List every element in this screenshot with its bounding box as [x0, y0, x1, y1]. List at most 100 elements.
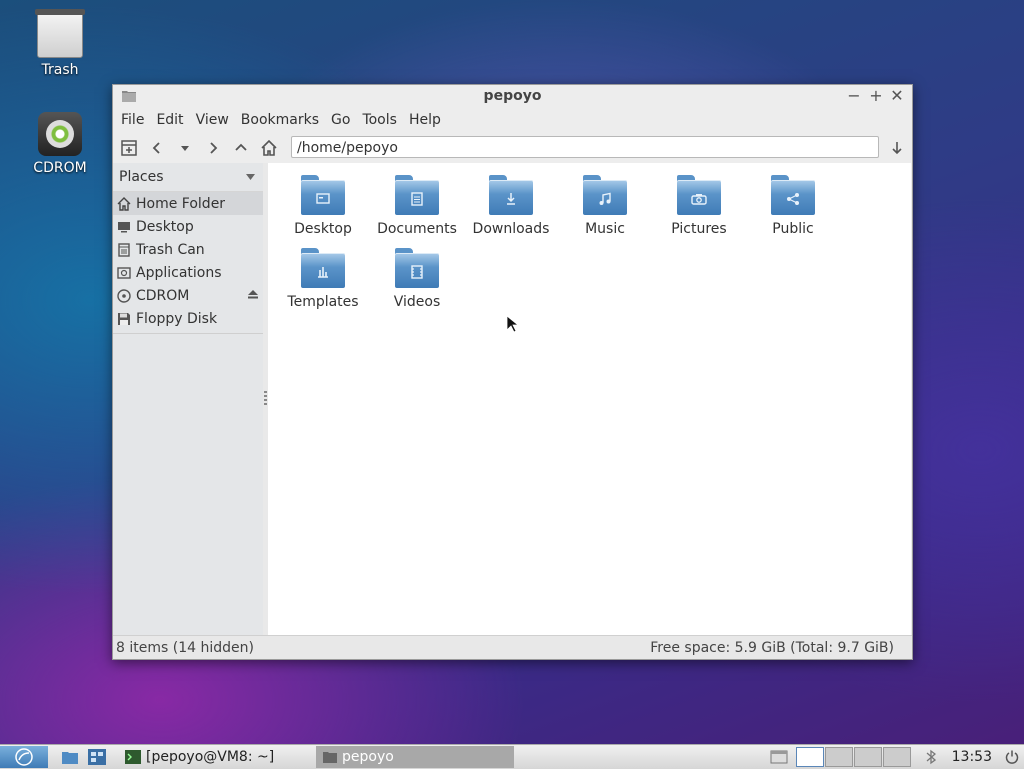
file-item-public[interactable]: Public [748, 175, 838, 237]
sidebar-item-label: Desktop [136, 218, 194, 235]
minimize-button[interactable]: − [845, 87, 863, 105]
chevron-left-icon [152, 142, 160, 154]
menu-help[interactable]: Help [403, 112, 447, 128]
window-title: pepoyo [483, 88, 542, 104]
history-dropdown[interactable] [173, 136, 197, 160]
file-item-pictures[interactable]: Pictures [654, 175, 744, 237]
file-manager-launcher[interactable] [56, 746, 84, 768]
workspace-1[interactable] [795, 747, 824, 767]
file-item-label: Downloads [472, 221, 550, 237]
home-button[interactable] [257, 136, 281, 160]
power-icon [1005, 750, 1019, 764]
sidebar-item-label: Trash Can [136, 241, 205, 258]
share-emblem-icon [785, 191, 801, 207]
sidebar-item-floppy-disk[interactable]: Floppy Disk [113, 307, 263, 330]
chevron-up-icon [235, 143, 247, 151]
home-icon [261, 140, 277, 156]
status-free-space: Free space: 5.9 GiB (Total: 9.7 GiB) [650, 639, 894, 656]
file-item-downloads[interactable]: Downloads [466, 175, 556, 237]
file-item-label: Desktop [294, 221, 352, 237]
bluetooth-icon [926, 749, 936, 765]
task-label: [pepoyo@VM8: ~] [146, 749, 275, 765]
task-terminal[interactable]: [pepoyo@VM8: ~] [118, 746, 316, 768]
trash-icon [116, 242, 132, 258]
forward-button[interactable] [201, 136, 225, 160]
sidebar-item-label: Floppy Disk [136, 310, 218, 327]
workspace-switcher[interactable] [795, 746, 912, 768]
close-button[interactable]: ✕ [888, 87, 906, 105]
sidebar-item-cdrom[interactable]: CDROM [113, 284, 263, 307]
sidebar-divider [113, 333, 263, 334]
video-emblem-icon [409, 264, 425, 280]
new-tab-button[interactable] [117, 136, 141, 160]
places-dropdown[interactable]: Places [113, 163, 263, 192]
document-emblem-icon [409, 191, 425, 207]
status-bar: 8 items (14 hidden) Free space: 5.9 GiB … [113, 635, 912, 659]
desktop-emblem-icon [315, 191, 331, 207]
sidebar-item-home-folder[interactable]: Home Folder [113, 192, 263, 215]
location-input[interactable]: /home/pepoyo [291, 136, 879, 158]
window-icon [770, 750, 788, 764]
folder-icon [395, 175, 439, 215]
template-emblem-icon [315, 264, 331, 280]
task-file-manager[interactable]: pepoyo [316, 746, 514, 768]
workspace-4[interactable] [882, 747, 911, 767]
workspace-2[interactable] [824, 747, 853, 767]
file-item-label: Music [585, 221, 625, 237]
sidebar-item-trash-can[interactable]: Trash Can [113, 238, 263, 261]
file-manager-window: pepoyo − + ✕ File Edit View Bookmarks Go… [112, 84, 913, 660]
desktop-icon-cdrom[interactable]: CDROM [20, 112, 100, 176]
menu-view[interactable]: View [190, 112, 235, 128]
eject-button[interactable] [247, 288, 259, 304]
file-item-templates[interactable]: Templates [278, 248, 368, 310]
applications-icon [116, 265, 132, 281]
desktop-launcher[interactable] [84, 746, 110, 768]
cdrom-icon [38, 112, 82, 156]
file-item-label: Videos [393, 294, 441, 310]
go-button[interactable] [885, 136, 909, 160]
file-item-label: Pictures [671, 221, 727, 237]
menu-edit[interactable]: Edit [150, 112, 189, 128]
folder-icon [301, 175, 345, 215]
file-item-videos[interactable]: Videos [372, 248, 462, 310]
show-desktop-button[interactable] [766, 746, 792, 768]
floppy-icon [116, 311, 132, 327]
folder-icon [323, 752, 337, 763]
file-item-documents[interactable]: Documents [372, 175, 462, 237]
file-view[interactable]: Desktop Documents Downloads Music Pictur… [268, 163, 911, 635]
file-item-desktop[interactable]: Desktop [278, 175, 368, 237]
sidebar-item-applications[interactable]: Applications [113, 261, 263, 284]
home-icon [116, 196, 132, 212]
sidebar-item-desktop[interactable]: Desktop [113, 215, 263, 238]
sidebar-item-label: Applications [136, 264, 222, 281]
sidebar-item-label: CDROM [136, 287, 190, 304]
file-item-music[interactable]: Music [560, 175, 650, 237]
file-item-label: Public [772, 221, 814, 237]
desktop-icon [116, 219, 132, 235]
trash-icon [35, 9, 85, 58]
menubar: File Edit View Bookmarks Go Tools Help [113, 107, 912, 133]
chevron-down-icon [181, 146, 189, 151]
folder-icon [395, 248, 439, 288]
titlebar[interactable]: pepoyo − + ✕ [113, 85, 912, 107]
back-button[interactable] [145, 136, 169, 160]
workspace-3[interactable] [853, 747, 882, 767]
bluetooth-tray[interactable] [918, 746, 944, 768]
menu-go[interactable]: Go [325, 112, 356, 128]
sidebar-item-label: Home Folder [136, 195, 226, 212]
menu-tools[interactable]: Tools [356, 112, 403, 128]
desktop-icon-trash[interactable]: Trash [20, 9, 100, 78]
clock[interactable]: 13:53 [944, 746, 1000, 768]
start-menu-button[interactable] [0, 746, 48, 768]
arrow-down-icon [892, 142, 902, 155]
folder-icon [62, 752, 78, 764]
up-button[interactable] [229, 136, 253, 160]
places-header: Places [119, 169, 164, 185]
menu-file[interactable]: File [115, 112, 150, 128]
maximize-button[interactable]: + [867, 87, 885, 105]
toolbar: /home/pepoyo [113, 133, 912, 163]
power-button[interactable] [1000, 746, 1024, 768]
menu-bookmarks[interactable]: Bookmarks [235, 112, 325, 128]
eject-icon [248, 290, 258, 299]
desktop-icon-label: Trash [41, 62, 79, 78]
